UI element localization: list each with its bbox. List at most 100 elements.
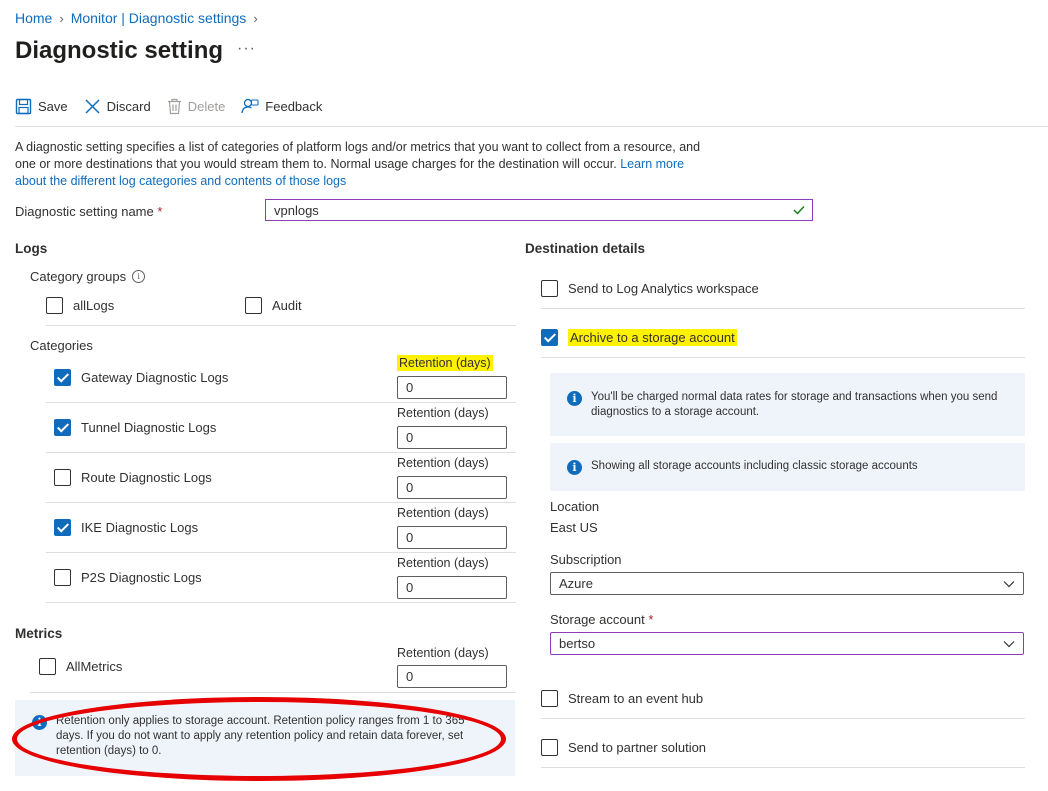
retention-label: Retention (days)	[397, 556, 489, 570]
breadcrumb-diagnostic-settings[interactable]: Monitor | Diagnostic settings	[71, 10, 247, 26]
category-divider	[46, 502, 516, 503]
metrics-retention-label: Retention (days)	[397, 646, 489, 660]
category-groups-text: Category groups	[30, 269, 127, 284]
categories-label: Categories	[30, 338, 93, 353]
dest-partner[interactable]: Send to partner solution	[541, 739, 706, 756]
storage-account-value: bertso	[559, 636, 596, 651]
category-row[interactable]: IKE Diagnostic Logs	[54, 519, 198, 536]
description-text: A diagnostic setting specifies a list of…	[15, 140, 701, 171]
save-button[interactable]: Save	[15, 98, 68, 115]
audit-checkbox[interactable]	[245, 297, 262, 314]
setting-name-input[interactable]: vpnlogs	[265, 199, 813, 221]
delete-button[interactable]: Delete	[167, 98, 226, 115]
alllogs-label: allLogs	[73, 298, 115, 313]
required-mark: *	[157, 204, 163, 219]
feedback-label: Feedback	[265, 99, 323, 114]
feedback-icon	[241, 98, 259, 114]
storage-checkbox[interactable]	[541, 329, 558, 346]
info-icon: i	[567, 391, 582, 406]
chevron-right-icon: ›	[59, 10, 64, 26]
event-hub-checkbox[interactable]	[541, 690, 558, 707]
category-label: Route Diagnostic Logs	[81, 470, 212, 485]
category-row[interactable]: Route Diagnostic Logs	[54, 469, 212, 486]
category-checkbox[interactable]	[54, 419, 71, 436]
category-groups-label: Category groups i	[30, 269, 146, 284]
allmetrics-checkbox[interactable]	[39, 658, 56, 675]
category-label: IKE Diagnostic Logs	[81, 520, 199, 535]
close-icon	[85, 99, 100, 114]
alllogs-checkbox[interactable]	[46, 297, 63, 314]
log-analytics-label: Send to Log Analytics workspace	[568, 281, 759, 296]
location-label: Location	[550, 499, 600, 514]
storage-charge-info-box: i You'll be charged normal data rates fo…	[550, 373, 1025, 436]
category-label: P2S Diagnostic Logs	[81, 570, 202, 585]
info-outline-icon[interactable]: i	[132, 270, 146, 283]
delete-label: Delete	[187, 99, 226, 114]
category-divider	[46, 452, 516, 453]
category-checkbox[interactable]	[54, 469, 71, 486]
info-icon: i	[32, 715, 47, 730]
retention-label-text: Retention (days)	[397, 456, 489, 470]
category-row[interactable]: Gateway Diagnostic Logs	[54, 369, 228, 386]
category-row[interactable]: Tunnel Diagnostic Logs	[54, 419, 216, 436]
metrics-heading: Metrics	[15, 626, 63, 641]
retention-input[interactable]: 0	[397, 376, 507, 399]
breadcrumb-home[interactable]: Home	[15, 10, 52, 26]
storage-account-select[interactable]: bertso	[550, 632, 1024, 655]
retention-label-text: Retention (days)	[397, 506, 489, 520]
retention-label: Retention (days)	[397, 355, 493, 371]
category-checkbox[interactable]	[54, 369, 71, 386]
category-divider	[46, 552, 516, 553]
category-divider	[46, 602, 516, 603]
feedback-button[interactable]: Feedback	[241, 98, 322, 115]
more-options-icon[interactable]: ···	[237, 40, 256, 58]
category-checkbox[interactable]	[54, 569, 71, 586]
discard-label: Discard	[106, 99, 151, 114]
checkmark-icon	[793, 206, 805, 215]
category-checkbox[interactable]	[54, 519, 71, 536]
dest-divider-4	[541, 767, 1025, 768]
retention-input[interactable]: 0	[397, 526, 507, 549]
dest-divider-2	[541, 357, 1025, 358]
retention-label-text: Retention (days)	[397, 406, 489, 420]
category-row[interactable]: P2S Diagnostic Logs	[54, 569, 202, 586]
retention-input[interactable]: 0	[397, 426, 507, 449]
audit-label: Audit	[272, 298, 302, 313]
dest-divider-3	[541, 718, 1025, 719]
metrics-retention-input[interactable]: 0	[397, 665, 507, 688]
save-icon	[15, 98, 32, 115]
subscription-value: Azure	[559, 576, 593, 591]
location-value: East US	[550, 520, 598, 535]
storage-label: Archive to a storage account	[568, 329, 737, 346]
subscription-select[interactable]: Azure	[550, 572, 1024, 595]
group-audit[interactable]: Audit	[245, 297, 302, 314]
event-hub-label: Stream to an event hub	[568, 691, 704, 706]
retention-input[interactable]: 0	[397, 476, 507, 499]
metrics-divider	[30, 692, 516, 693]
dest-event-hub[interactable]: Stream to an event hub	[541, 690, 703, 707]
discard-button[interactable]: Discard	[84, 98, 151, 115]
retention-input[interactable]: 0	[397, 576, 507, 599]
log-analytics-checkbox[interactable]	[541, 280, 558, 297]
retention-label: Retention (days)	[397, 406, 489, 420]
description: A diagnostic setting specifies a list of…	[15, 139, 715, 190]
required-mark: *	[648, 612, 654, 627]
trash-icon	[167, 98, 181, 115]
classic-storage-info-box: i Showing all storage accounts including…	[550, 443, 1025, 491]
metric-allmetrics[interactable]: AllMetrics	[39, 658, 122, 675]
group-alllogs[interactable]: allLogs	[46, 297, 114, 314]
page-title: Diagnostic setting	[15, 37, 224, 64]
destination-heading: Destination details	[525, 241, 646, 256]
toolbar-divider	[15, 126, 1048, 127]
storage-account-label-text: Storage account	[550, 612, 645, 627]
retention-label: Retention (days)	[397, 506, 489, 520]
info-icon: i	[567, 460, 582, 475]
storage-charge-info-text: You'll be charged normal data rates for …	[591, 391, 998, 418]
chevron-down-icon	[1003, 580, 1015, 587]
partner-checkbox[interactable]	[541, 739, 558, 756]
storage-account-label: Storage account *	[550, 612, 653, 627]
dest-storage[interactable]: Archive to a storage account	[541, 329, 737, 346]
dest-log-analytics[interactable]: Send to Log Analytics workspace	[541, 280, 759, 297]
partner-label: Send to partner solution	[568, 740, 707, 755]
logs-heading: Logs	[15, 241, 48, 256]
